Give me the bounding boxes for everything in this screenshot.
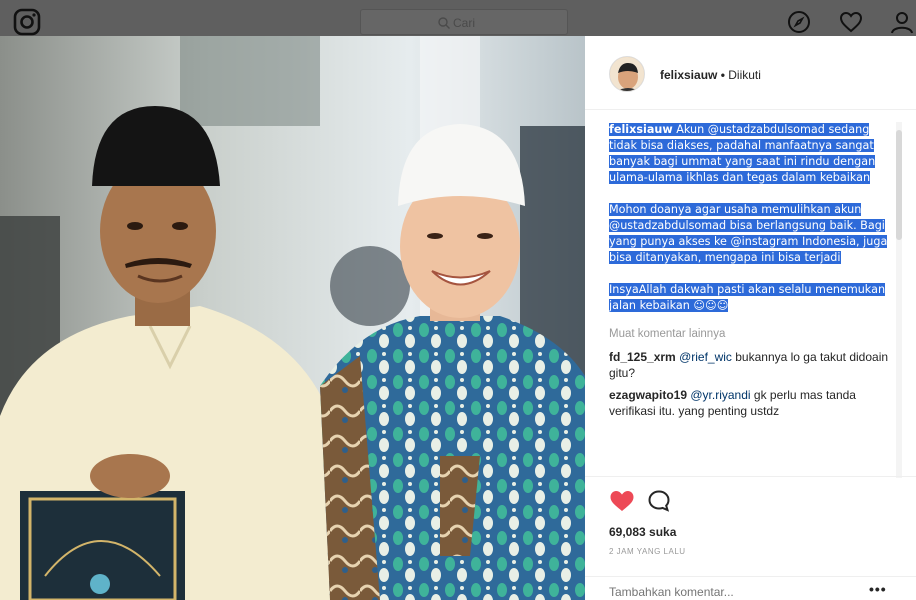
like-heart-icon[interactable] [609,489,635,513]
avatar[interactable] [609,56,645,92]
profile-icon[interactable] [890,10,914,34]
caption-paragraph-2: Mohon doanya agar usaha memulihkan akun … [609,202,894,266]
like-count[interactable]: 69,083 suka [609,525,676,539]
post-author-line: felixsiauw • Diikuti [660,68,761,82]
more-options-icon[interactable]: ••• [869,581,887,597]
compass-icon[interactable] [787,10,811,34]
comment-username[interactable]: ezagwapito19 [609,388,687,402]
comment-item: fd_125_xrm @rief_wic bukannya lo ga taku… [609,349,894,381]
caption-text-2: Mohon doanya agar usaha memulihkan akun … [609,203,888,264]
comments-scrollbar[interactable] [896,122,902,478]
search-placeholder: Cari [453,16,476,30]
caption-text-3: InsyaAllah dakwah pasti akan selalu mene… [609,283,886,312]
header-separator: • [720,68,725,82]
activity-heart-icon[interactable] [839,10,863,34]
comment-item: ezagwapito19 @yr.riyandi gk perlu mas ta… [609,387,894,419]
scrollbar-thumb[interactable] [896,130,902,240]
post-photo-image [0,36,585,600]
search-icon [438,17,450,29]
post-detail-panel: felixsiauw • Diikuti felixsiauw Akun @us… [585,36,916,600]
caption-username[interactable]: felixsiauw [609,123,673,136]
comment-mention[interactable]: @yr.riyandi [690,388,750,402]
add-comment-row: ••• [585,576,916,600]
comment-mention[interactable]: @rief_wic [679,350,732,364]
post-author-username[interactable]: felixsiauw [660,68,717,82]
comment-bubble-icon[interactable] [647,489,671,513]
caption-paragraph-3: InsyaAllah dakwah pasti akan selalu mene… [609,282,894,314]
caption-paragraph-1: felixsiauw Akun @ustadzabdulsomad sedang… [609,122,894,186]
post-header: felixsiauw • Diikuti [585,36,916,110]
avatar-image [610,57,644,91]
search-box[interactable]: Cari [360,9,568,35]
add-comment-input[interactable] [609,585,859,599]
follow-status-button[interactable]: Diikuti [728,68,761,82]
comment-username[interactable]: fd_125_xrm [609,350,676,364]
comments-list: felixsiauw Akun @ustadzabdulsomad sedang… [609,122,894,478]
load-more-comments-link[interactable]: Muat komentar lainnya [609,326,894,342]
top-navigation: Cari [0,0,916,36]
post-timestamp[interactable]: 2 JAM YANG LALU [609,547,686,556]
instagram-logo-icon[interactable] [13,8,41,36]
post-actions: 69,083 suka 2 JAM YANG LALU [585,476,916,576]
post-photo[interactable] [0,36,585,600]
